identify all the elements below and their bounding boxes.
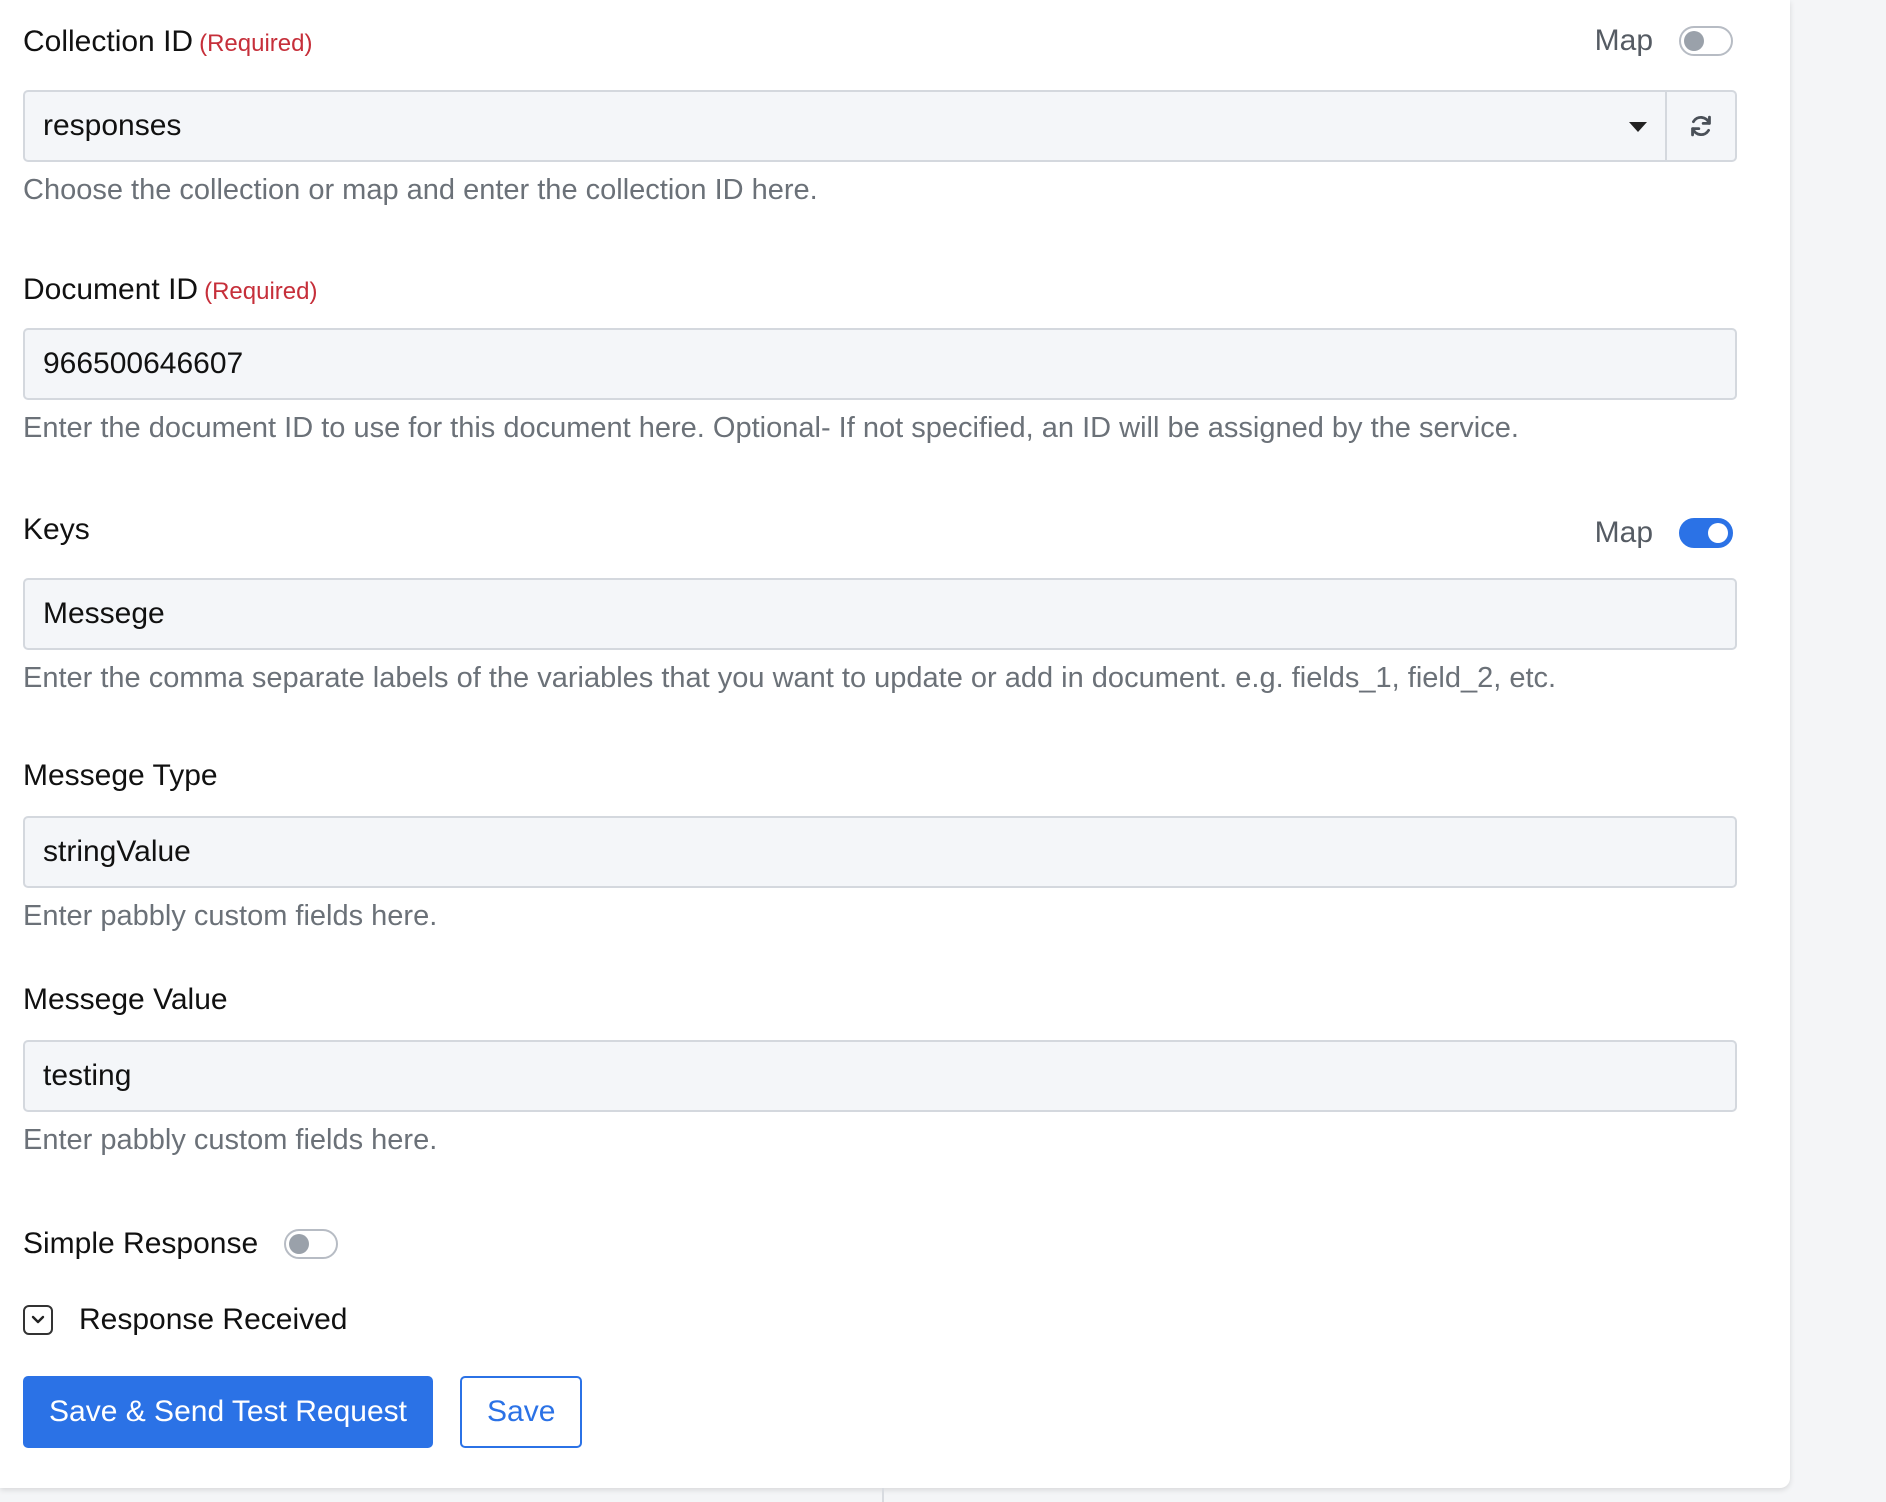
- chevron-down-icon: [31, 1315, 45, 1324]
- caret-down-icon: [1629, 122, 1647, 132]
- toggle-knob: [1684, 31, 1704, 51]
- keys-input[interactable]: Messege: [23, 578, 1737, 650]
- collection-select[interactable]: responses: [23, 90, 1667, 162]
- bottom-divider: [882, 1488, 884, 1502]
- form-panel: Collection ID (Required) Map responses Ch…: [0, 0, 1790, 1488]
- messege-value-label: Messege Value: [23, 983, 228, 1016]
- collection-id-label-row: Collection ID (Required) Map: [23, 22, 1737, 62]
- document-id-input[interactable]: 966500646607: [23, 328, 1737, 400]
- messege-value-help-text: Enter pabbly custom fields here.: [23, 1124, 438, 1156]
- toggle-knob: [289, 1234, 310, 1254]
- response-received-label: Response Received: [79, 1303, 348, 1336]
- collection-select-row: responses: [23, 90, 1737, 162]
- collection-id-label: Collection ID: [23, 25, 194, 58]
- keys-map-toggle[interactable]: [1679, 518, 1733, 548]
- map-label: Map: [1594, 24, 1653, 57]
- document-id-label: Document ID: [23, 273, 199, 306]
- messege-type-label-row: Messege Type: [23, 756, 1737, 796]
- simple-response-label: Simple Response: [23, 1227, 259, 1260]
- collection-map-toggle[interactable]: [1679, 26, 1733, 56]
- messege-value-field: Messege Value testing Enter pabbly custo…: [23, 980, 1737, 1160]
- document-help-text: Enter the document ID to use for this do…: [23, 412, 1519, 444]
- save-button[interactable]: Save: [460, 1376, 583, 1448]
- refresh-icon: [1691, 115, 1711, 137]
- refresh-button[interactable]: [1667, 90, 1737, 162]
- collection-map-control: Map: [1595, 24, 1733, 58]
- keys-label: Keys: [23, 513, 90, 546]
- messege-value-label-row: Messege Value: [23, 980, 1737, 1020]
- collection-select-value: responses: [43, 109, 182, 142]
- collection-help-text: Choose the collection or map and enter t…: [23, 174, 818, 206]
- toggle-knob: [1708, 523, 1728, 543]
- messege-type-label: Messege Type: [23, 759, 218, 792]
- simple-response-toggle[interactable]: [284, 1229, 339, 1259]
- response-received-row[interactable]: Response Received: [23, 1300, 348, 1340]
- save-send-test-button[interactable]: Save & Send Test Request: [23, 1376, 434, 1448]
- keys-help-text: Enter the comma separate labels of the v…: [23, 662, 1557, 694]
- simple-response-row: Simple Response: [23, 1224, 339, 1264]
- action-buttons: Save & Send Test Request Save: [23, 1376, 583, 1448]
- collection-id-field: Collection ID (Required) Map responses Ch…: [23, 22, 1737, 210]
- response-received-expand[interactable]: [23, 1305, 53, 1335]
- document-id-field: Document ID (Required) 966500646607 Enter…: [23, 270, 1737, 448]
- messege-type-help-text: Enter pabbly custom fields here.: [23, 900, 438, 932]
- messege-value-input[interactable]: testing: [23, 1040, 1737, 1112]
- map-label: Map: [1594, 516, 1653, 549]
- keys-label-row: Keys Map: [23, 510, 1737, 550]
- messege-type-field: Messege Type stringValue Enter pabbly cu…: [23, 756, 1737, 936]
- document-id-label-row: Document ID (Required): [23, 270, 1737, 310]
- required-tag: (Required): [204, 278, 318, 305]
- required-tag: (Required): [199, 30, 313, 57]
- keys-map-control: Map: [1595, 516, 1733, 550]
- keys-field: Keys Map Messege Enter the comma separat…: [23, 510, 1737, 698]
- messege-type-input[interactable]: stringValue: [23, 816, 1737, 888]
